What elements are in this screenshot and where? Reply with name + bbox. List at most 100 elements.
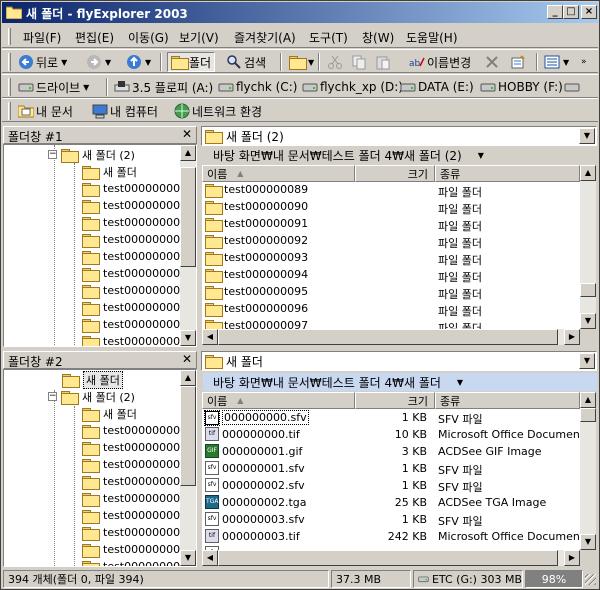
tree-item[interactable]: test000000001 [82, 439, 187, 456]
scroll-thumb[interactable] [180, 386, 196, 486]
view-folder-button[interactable]: ▼ [289, 52, 314, 72]
my-computer-button[interactable]: 내 컴퓨터 [92, 101, 158, 121]
delete-button[interactable] [484, 52, 500, 72]
tree-item[interactable]: test000000007 [82, 299, 187, 316]
list-item[interactable]: TGA 000000002.tga 25 KB ACDSee TGA Image [202, 494, 580, 511]
toolbar-grip[interactable] [8, 28, 11, 45]
dropdown-arrow-icon[interactable]: ▼ [563, 58, 569, 67]
tree-item[interactable]: test000000008 [82, 558, 187, 566]
scroll-up-icon[interactable]: ▲ [580, 392, 596, 408]
scroll-up-icon[interactable]: ▲ [180, 145, 196, 161]
tree-item[interactable]: test000000007 [82, 541, 187, 558]
views-button[interactable]: ▼ [544, 52, 569, 72]
dropdown-arrow-icon[interactable]: ▼ [105, 58, 111, 67]
vertical-scrollbar[interactable]: ▲ ▼ [580, 165, 596, 329]
list-item[interactable]: sfv 000000001.sfv 1 KB SFV 파일 [202, 460, 580, 477]
tree-selected-item[interactable]: 새 폴더 [62, 370, 123, 389]
collapse-icon[interactable]: − [48, 392, 57, 401]
dropdown-arrow-icon[interactable]: ▼ [308, 58, 314, 67]
list-item[interactable]: test000000089 파일 폴더 [202, 182, 580, 199]
scroll-left-icon[interactable]: ◀ [202, 329, 218, 345]
close-button[interactable]: × [581, 5, 597, 19]
scroll-thumb[interactable] [580, 283, 596, 297]
list-item[interactable]: sfv 000000002.sfv 1 KB SFV 파일 [202, 477, 580, 494]
list-item[interactable]: test000000094 파일 폴더 [202, 267, 580, 284]
tree-item[interactable]: test000000002 [82, 214, 187, 231]
list-item[interactable]: sfv 000000000.sfv 1 KB SFV 파일 [202, 409, 580, 426]
list-item[interactable]: GIF 000000001.gif 3 KB ACDSee GIF Image [202, 443, 580, 460]
menu-edit[interactable]: 편집(E) [75, 29, 114, 46]
properties-button[interactable] [510, 52, 526, 72]
up-button[interactable]: ▼ [126, 52, 151, 72]
tree-item[interactable]: test000000002 [82, 456, 187, 473]
resize-grip-icon[interactable] [585, 574, 596, 585]
dropdown-arrow-icon[interactable]: ▼ [457, 378, 463, 387]
tree-item[interactable]: test000000000 [82, 422, 187, 439]
tree-item[interactable]: test000000003 [82, 231, 187, 248]
menu-view[interactable]: 보기(V) [179, 29, 219, 46]
list-item[interactable]: test000000091 파일 폴더 [202, 216, 580, 233]
tree-item[interactable]: test000000005 [82, 265, 187, 282]
scroll-right-icon[interactable]: ▶ [564, 329, 580, 345]
scroll-thumb[interactable] [218, 329, 558, 345]
menu-tools[interactable]: 도구(T) [309, 29, 348, 46]
dropdown-arrow-icon[interactable]: ▼ [478, 151, 484, 160]
vertical-scrollbar[interactable]: ▲ ▼ [580, 392, 596, 550]
list-item[interactable]: test000000095 파일 폴더 [202, 284, 580, 301]
maximize-button[interactable]: □ [563, 5, 579, 19]
drive-e-button[interactable]: DATA (E:) [400, 77, 474, 97]
scroll-down-icon[interactable]: ▼ [580, 313, 596, 329]
toolbar-grip[interactable] [8, 78, 11, 96]
copy-button[interactable] [351, 52, 367, 72]
drive-menu-button[interactable]: 드라이브 ▼ [18, 77, 89, 97]
list-item[interactable]: test000000097 파일 폴더 [202, 318, 580, 329]
scroll-right-icon[interactable]: ▶ [564, 550, 580, 566]
search-button[interactable]: 검색 [226, 52, 266, 72]
network-places-button[interactable]: 네트워크 환경 [174, 101, 262, 121]
horizontal-scrollbar[interactable]: ◀ ▶ [202, 550, 580, 566]
close-icon[interactable]: ✕ [182, 127, 192, 141]
path-bar-2[interactable]: 바탕 화면₩내 문서₩테스트 폴더 4₩새 폴더 ▼ [203, 373, 597, 391]
address-combo-1[interactable]: 새 폴더 (2) ▼ [201, 126, 597, 146]
dropdown-arrow-icon[interactable]: ▼ [145, 58, 151, 67]
tree-item[interactable]: test000000001 [82, 197, 187, 214]
scroll-down-icon[interactable]: ▼ [580, 534, 596, 550]
cut-button[interactable] [327, 52, 343, 72]
scroll-thumb[interactable] [218, 550, 558, 566]
dropdown-arrow-icon[interactable]: ▼ [579, 353, 595, 369]
drive-f-button[interactable]: HOBBY (F:) [480, 77, 563, 97]
tree-item[interactable]: test000000006 [82, 282, 187, 299]
my-documents-button[interactable]: 내 문서 [18, 101, 73, 121]
forward-button[interactable]: ▼ [86, 52, 111, 72]
list-item[interactable]: tif 000000000.tif 10 KB Microsoft Office … [202, 426, 580, 443]
folders-button[interactable]: 폴더 [167, 52, 216, 72]
menu-help[interactable]: 도움말(H) [406, 29, 458, 46]
minimize-button[interactable]: _ [547, 5, 563, 19]
scroll-down-icon[interactable]: ▼ [180, 330, 196, 346]
rename-button[interactable]: ab 이름변경 [409, 52, 471, 72]
tree-item[interactable]: test000000003 [82, 473, 187, 490]
tree-item[interactable]: test000000008 [82, 316, 187, 333]
tree-root-item[interactable]: − 새 폴더 (2) [48, 146, 135, 163]
column-header-size[interactable]: 크기 [355, 392, 435, 409]
path-bar-1[interactable]: 바탕 화면₩내 문서₩테스트 폴더 4₩새 폴더 (2) ▼ [213, 146, 484, 164]
toolbar-grip[interactable] [8, 53, 11, 71]
column-header-size[interactable]: 크기 [355, 165, 435, 182]
tree-item[interactable]: test000000006 [82, 524, 187, 541]
column-header-name[interactable]: 이름 ▲ [202, 165, 355, 182]
scroll-left-icon[interactable]: ◀ [202, 550, 218, 566]
tree-item[interactable]: test000000004 [82, 248, 187, 265]
list-item[interactable]: test000000093 파일 폴더 [202, 250, 580, 267]
collapse-icon[interactable]: − [48, 150, 57, 159]
dropdown-arrow-icon[interactable]: ▼ [579, 128, 595, 144]
column-header-type[interactable]: 종류 [435, 392, 580, 409]
tree-item[interactable]: 새 폴더 [82, 405, 137, 422]
menu-window[interactable]: 창(W) [362, 29, 394, 46]
drive-c-button[interactable]: flychk (C:) [218, 77, 297, 97]
toolbar-grip[interactable] [8, 102, 11, 120]
tree-item[interactable]: test000000000 [82, 180, 187, 197]
list-item[interactable]: test000000090 파일 폴더 [202, 199, 580, 216]
scroll-thumb[interactable] [180, 167, 196, 267]
close-icon[interactable]: ✕ [182, 352, 192, 366]
scroll-up-icon[interactable]: ▲ [580, 165, 596, 181]
